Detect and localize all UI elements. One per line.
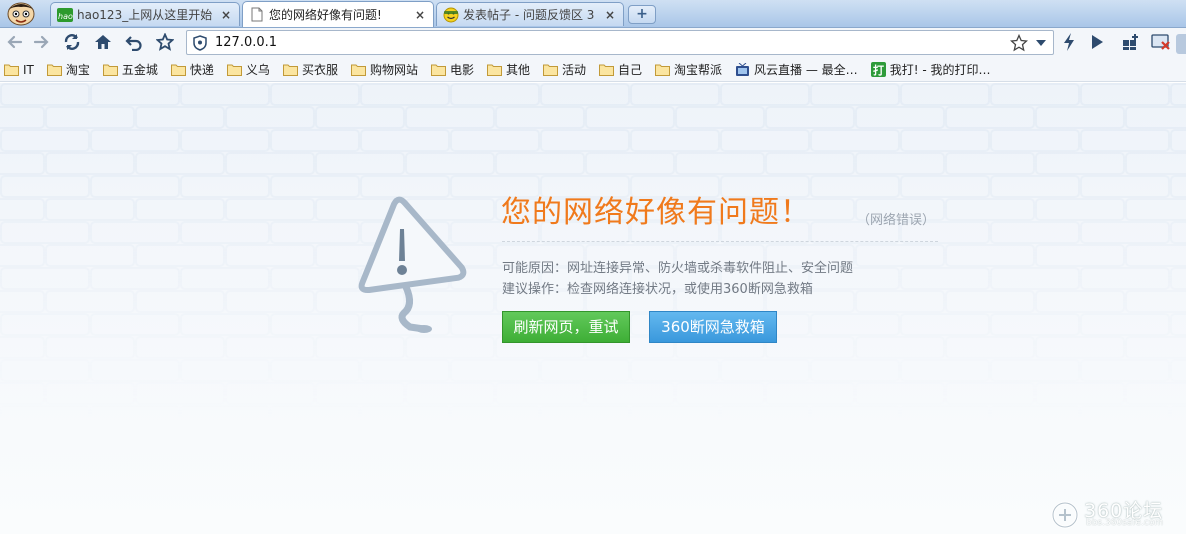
svg-text:打: 打	[873, 63, 884, 77]
shield-icon[interactable]	[191, 34, 209, 52]
bookmark-label: 电影	[449, 63, 474, 77]
hao123-icon: hao	[57, 7, 73, 23]
bookmark-folder-taobao[interactable]: 淘宝	[46, 61, 90, 78]
bookmark-star-icon[interactable]	[1009, 33, 1029, 53]
tab-network-error[interactable]: 您的网络好像有问题! ×	[242, 1, 434, 27]
bookmark-label: 淘宝帮派	[674, 63, 723, 77]
navigation-toolbar: 127.0.0.1	[0, 28, 1186, 58]
bookmark-folder-yiwu[interactable]: 义乌	[226, 61, 270, 78]
smiley-icon	[443, 7, 459, 23]
back-icon[interactable]	[4, 31, 26, 53]
bookmark-folder-shopping[interactable]: 购物网站	[350, 61, 418, 78]
tab-title: 您的网络好像有问题!	[269, 8, 382, 22]
bookmarks-bar: IT 淘宝 五金城 快递 义乌 买衣服 购物网站 电影 其他 活动 自己 淘宝帮…	[0, 58, 1186, 82]
new-tab-button[interactable]: +	[628, 5, 656, 24]
tab-title: hao123_上网从这里开始	[77, 8, 213, 22]
warning-sign-icon	[358, 196, 467, 333]
extensions-icon[interactable]	[1120, 31, 1142, 53]
refresh-icon[interactable]	[61, 31, 83, 53]
tab-post-feedback[interactable]: 发表帖子 - 问题反馈区 3 ×	[436, 2, 624, 26]
folder-icon	[282, 63, 298, 76]
bookmark-folder-kuaidi[interactable]: 快递	[170, 61, 214, 78]
folder-icon	[655, 63, 671, 76]
folder-icon	[226, 63, 242, 76]
folder-icon	[170, 63, 186, 76]
tab-close-icon[interactable]: ×	[603, 8, 617, 22]
360-logo-icon	[1051, 501, 1079, 529]
bookmark-label: 风云直播 — 最全…	[754, 63, 858, 77]
bookmark-label: 淘宝	[65, 63, 90, 77]
network-rescue-button[interactable]: 360断网急救箱	[649, 311, 777, 343]
forum-watermark: 360论坛 bbs.360safe.com	[1050, 496, 1180, 532]
folder-icon	[102, 63, 118, 76]
play-icon[interactable]	[1086, 31, 1108, 53]
folder-icon	[4, 63, 19, 76]
bookmark-label: 快递	[189, 63, 214, 77]
bookmark-folder-clothes[interactable]: 买衣服	[282, 61, 338, 78]
bookmark-folder-it[interactable]: IT	[4, 63, 34, 77]
network-monitor-icon[interactable]	[1150, 31, 1172, 53]
tv-icon	[735, 62, 750, 76]
page-icon	[249, 7, 265, 23]
sidebar-toggle-icon[interactable]	[1176, 34, 1186, 54]
folder-icon	[486, 63, 502, 76]
home-icon[interactable]	[92, 31, 114, 53]
bookmark-label: 义乌	[245, 63, 270, 77]
folder-icon	[350, 63, 366, 76]
bookmark-folder-taobao-group[interactable]: 淘宝帮派	[655, 61, 722, 78]
tab-close-icon[interactable]: ×	[413, 8, 427, 22]
error-title: 您的网络好像有问题！	[501, 195, 811, 230]
da-icon: 打	[870, 62, 886, 77]
bookmark-folder-wujincheng[interactable]: 五金城	[102, 61, 158, 78]
lightning-icon[interactable]	[1058, 31, 1080, 53]
chevron-down-icon[interactable]	[1033, 33, 1049, 53]
user-avatar-icon[interactable]	[2, 0, 40, 27]
bookmark-folder-self[interactable]: 自己	[599, 61, 642, 78]
error-reason-text: 可能原因：网址连接异常、防火墙或杀毒软件阻止、安全问题	[502, 261, 854, 276]
refresh-retry-button[interactable]: 刷新网页，重试	[502, 311, 630, 343]
tab-close-icon[interactable]: ×	[219, 8, 233, 22]
bookmark-label: 我打! - 我的打印…	[889, 63, 991, 77]
favorite-star-icon[interactable]	[154, 31, 176, 53]
bookmark-label: 购物网站	[369, 63, 418, 77]
tab-title: 发表帖子 - 问题反馈区 3	[463, 8, 595, 22]
url-input[interactable]: 127.0.0.1	[215, 34, 277, 52]
folder-icon	[430, 63, 446, 76]
bookmark-label: 自己	[618, 63, 643, 77]
folder-icon	[543, 63, 558, 76]
bookmark-fengyun-live[interactable]: 风云直播 — 最全…	[735, 61, 858, 78]
address-bar[interactable]: 127.0.0.1	[186, 30, 1054, 55]
error-advice-text: 建议操作：检查网络连接状况，或使用360断网急救箱	[502, 282, 813, 297]
brick-background	[0, 83, 1186, 534]
bookmark-folder-movies[interactable]: 电影	[430, 61, 474, 78]
bookmark-label: IT	[23, 62, 34, 77]
undo-icon[interactable]	[123, 31, 145, 53]
svg-text:hao: hao	[58, 12, 73, 21]
folder-icon	[599, 63, 615, 76]
forward-icon[interactable]	[30, 31, 52, 53]
bookmark-label: 活动	[562, 63, 587, 77]
divider	[502, 241, 938, 242]
bookmark-label: 五金城	[121, 63, 158, 77]
bookmark-folder-other[interactable]: 其他	[486, 61, 530, 78]
bookmark-label: 其他	[505, 63, 530, 77]
folder-icon	[46, 63, 62, 76]
error-page: 您的网络好像有问题！ （网络错误） 可能原因：网址连接异常、防火墙或杀毒软件阻止…	[0, 83, 1186, 534]
tab-strip: hao hao123_上网从这里开始 × 您的网络好像有问题! × 发表帖子 -…	[0, 0, 1186, 28]
bookmark-woda-print[interactable]: 打我打! - 我的打印…	[870, 61, 991, 78]
error-type-label: （网络错误）	[857, 213, 936, 228]
bookmark-label: 买衣服	[301, 63, 338, 77]
watermark-site: bbs.360safe.com	[1086, 518, 1164, 528]
bookmark-folder-activity[interactable]: 活动	[543, 61, 586, 78]
tab-hao123[interactable]: hao hao123_上网从这里开始 ×	[50, 2, 240, 26]
